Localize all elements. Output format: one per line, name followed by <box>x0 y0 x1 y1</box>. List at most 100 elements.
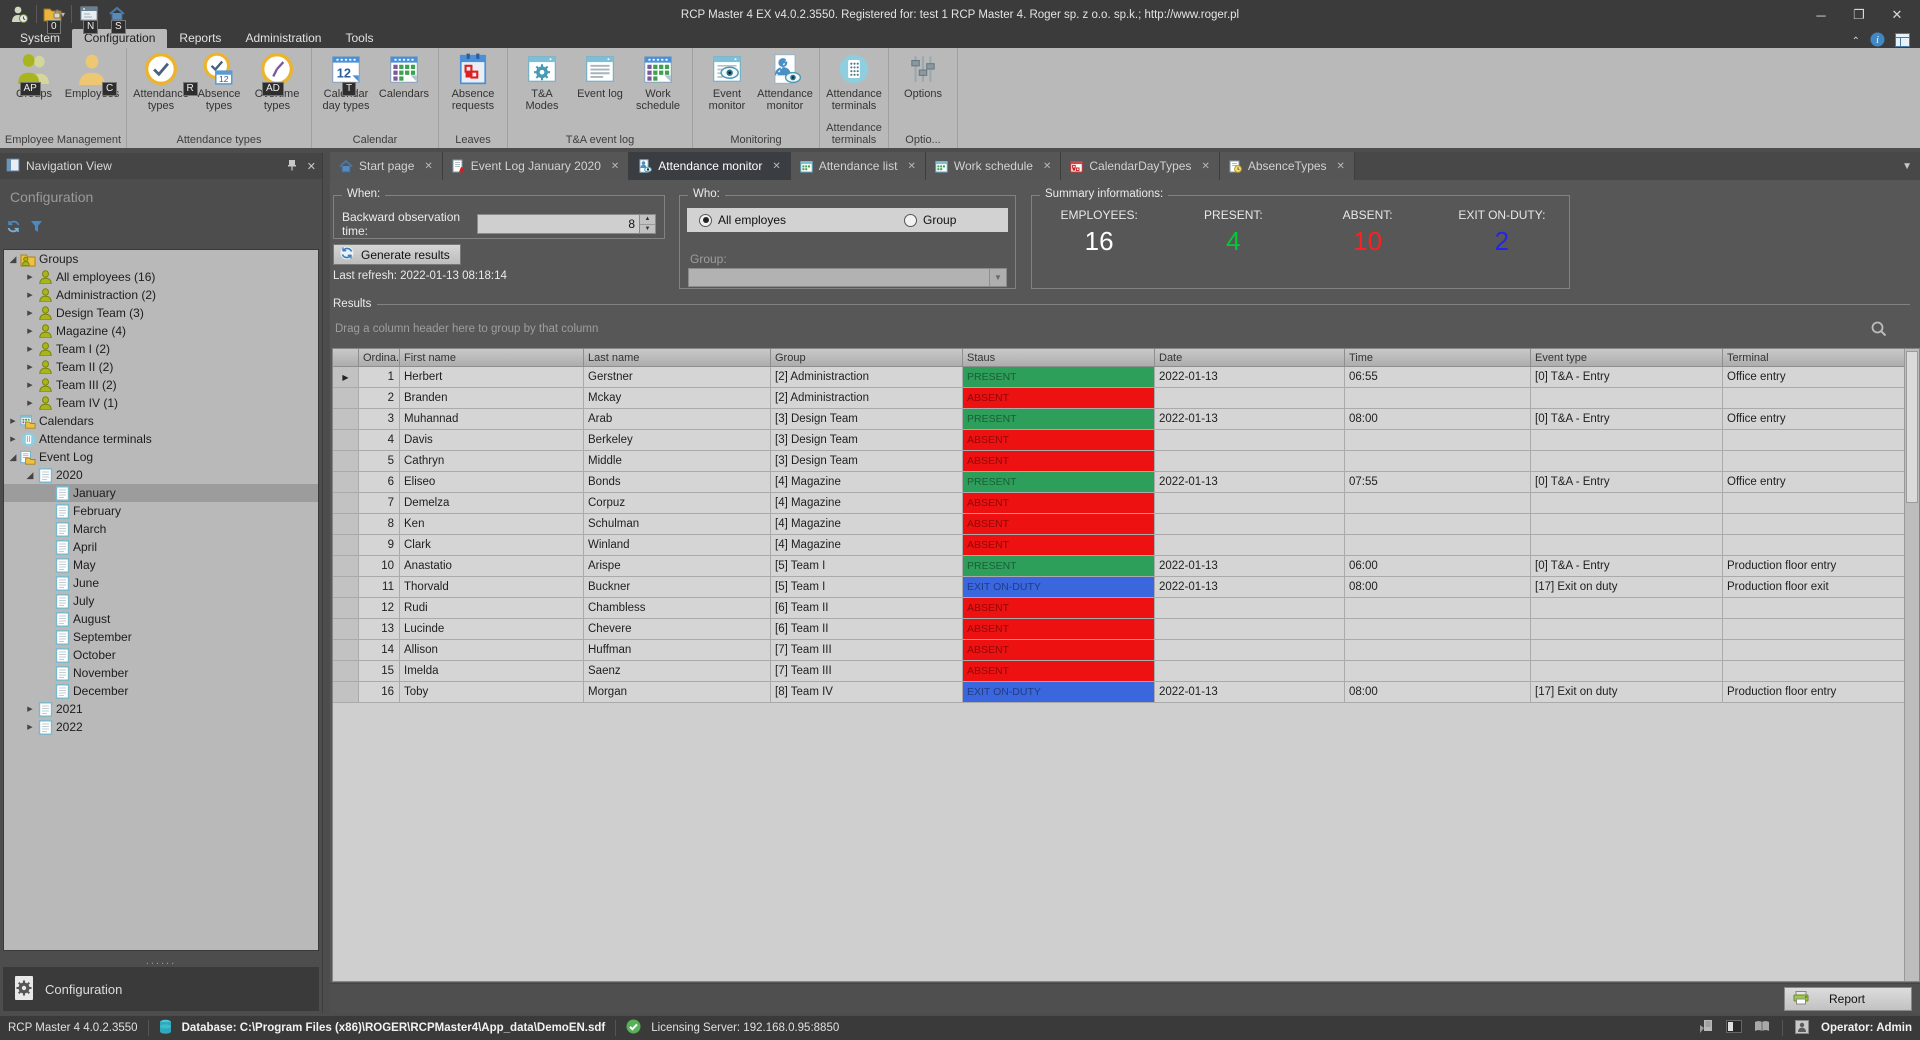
expanded-icon[interactable]: ◢ <box>8 452 18 463</box>
column-header-terminal[interactable]: Terminal <box>1723 349 1905 367</box>
tree-item-team-iv-1[interactable]: ▶Team IV (1) <box>4 394 318 412</box>
ribbon-button-attendance-terminals[interactable]: Attendance terminals <box>826 52 882 112</box>
pin-icon[interactable] <box>287 159 297 174</box>
tree-item-team-iii-2[interactable]: ▶Team III (2) <box>4 376 318 394</box>
radio-group[interactable]: Group <box>904 213 956 227</box>
table-row[interactable]: 6EliseoBonds[4] MagazinePRESENT2022-01-1… <box>333 472 1905 493</box>
tree-item-design-team-3[interactable]: ▶Design Team (3) <box>4 304 318 322</box>
scrollbar-thumb[interactable] <box>1906 351 1918 503</box>
spinner-buttons[interactable]: ▲▼ <box>640 214 656 234</box>
collapsed-icon[interactable]: ▶ <box>25 705 35 713</box>
doc-tab-attendance-monitor[interactable]: Attendance monitor✕ <box>629 152 790 180</box>
log-book-icon[interactable] <box>1754 1020 1770 1036</box>
doc-tab-start-page[interactable]: Start page✕ <box>330 152 443 180</box>
doc-tab-calendardaytypes[interactable]: CalendarDayTypes✕ <box>1061 152 1219 180</box>
table-row[interactable]: 10AnastatioArispe[5] Team IPRESENT2022-0… <box>333 556 1905 577</box>
ribbon-button-work-schedule[interactable]: Work schedule <box>630 52 686 112</box>
collapsed-icon[interactable]: ▶ <box>25 309 35 317</box>
report-button[interactable]: Report <box>1784 987 1912 1011</box>
ribbon-button-event-monitor[interactable]: Event monitor <box>699 52 755 112</box>
doc-tab-work-schedule[interactable]: Work schedule✕ <box>926 152 1062 180</box>
minimize-button[interactable]: ─ <box>1804 3 1838 27</box>
tree-item-all-employees-16[interactable]: ▶All employees (16) <box>4 268 318 286</box>
tree-item-november[interactable]: November <box>4 664 318 682</box>
about-icon[interactable]: i <box>1870 32 1885 50</box>
collapse-ribbon-icon[interactable]: ⌃ <box>1852 36 1860 47</box>
collapsed-icon[interactable]: ▶ <box>25 345 35 353</box>
column-header-date[interactable]: Date <box>1155 349 1345 367</box>
table-row[interactable]: 16TobyMorgan[8] Team IVEXIT ON-DUTY2022-… <box>333 682 1905 703</box>
close-button[interactable]: ✕ <box>1880 3 1914 27</box>
collapsed-icon[interactable]: ▶ <box>25 399 35 407</box>
table-row[interactable]: 11ThorvaldBuckner[5] Team IEXIT ON-DUTY2… <box>333 577 1905 598</box>
tree-item-team-i-2[interactable]: ▶Team I (2) <box>4 340 318 358</box>
collapsed-icon[interactable]: ▶ <box>25 273 35 281</box>
spinner-up-icon[interactable]: ▲ <box>640 215 655 225</box>
table-row[interactable]: ▶1HerbertGerstner[2] AdministractionPRES… <box>333 367 1905 388</box>
close-tab-icon[interactable]: ✕ <box>424 161 432 172</box>
ribbon-button-absence-requests[interactable]: Absence requests <box>445 52 501 112</box>
table-row[interactable]: 3MuhannadArab[3] Design TeamPRESENT2022-… <box>333 409 1905 430</box>
group-select-combo[interactable]: ▼ <box>688 268 1007 287</box>
table-row[interactable]: 2BrandenMckay[2] AdministractionABSENT <box>333 388 1905 409</box>
ribbon-button-attendance-types[interactable]: Attendance types <box>133 52 189 112</box>
doc-tab-absencetypes[interactable]: AbsenceTypes✕ <box>1220 152 1355 180</box>
new-window-icon[interactable]: N <box>78 4 100 24</box>
start-page-icon[interactable]: S <box>106 4 128 24</box>
column-header-staus[interactable]: Staus <box>963 349 1155 367</box>
tree-item-january[interactable]: January <box>4 484 318 502</box>
operator-session-icon[interactable] <box>8 4 30 24</box>
expanded-icon[interactable]: ◢ <box>25 470 35 481</box>
doc-tab-attendance-list[interactable]: Attendance list✕ <box>791 152 926 180</box>
column-header-event-type[interactable]: Event type <box>1531 349 1723 367</box>
tree-item-event-log[interactable]: ◢Event Log <box>4 448 318 466</box>
groupby-bar[interactable]: Drag a column header here to group by th… <box>330 314 1910 344</box>
collapsed-icon[interactable]: ▶ <box>25 327 35 335</box>
close-tab-icon[interactable]: ✕ <box>1043 161 1051 172</box>
collapse-all-icon[interactable] <box>29 219 44 237</box>
tree-item-team-ii-2[interactable]: ▶Team II (2) <box>4 358 318 376</box>
collapsed-icon[interactable]: ▶ <box>8 417 18 425</box>
table-row[interactable]: 15ImeldaSaenz[7] Team IIIABSENT <box>333 661 1905 682</box>
close-tab-icon[interactable]: ✕ <box>907 161 915 172</box>
close-tab-icon[interactable]: ✕ <box>1337 161 1345 172</box>
tree-item-april[interactable]: April <box>4 538 318 556</box>
tree-item-february[interactable]: February <box>4 502 318 520</box>
database-menu-icon[interactable]: ▾ 0 <box>43 4 65 24</box>
tree-item-july[interactable]: July <box>4 592 318 610</box>
table-row[interactable]: 5CathrynMiddle[3] Design TeamABSENT <box>333 451 1905 472</box>
collapsed-icon[interactable]: ▶ <box>25 363 35 371</box>
tree-item-may[interactable]: May <box>4 556 318 574</box>
tree-item-september[interactable]: September <box>4 628 318 646</box>
tree-item-attendance-terminals[interactable]: ▶Attendance terminals <box>4 430 318 448</box>
ribbon-tab-tools[interactable]: Tools <box>333 29 385 48</box>
close-panel-icon[interactable]: ✕ <box>307 160 316 173</box>
tree-item-calendars[interactable]: ▶Calendars <box>4 412 318 430</box>
table-row[interactable]: 7DemelzaCorpuz[4] MagazineABSENT <box>333 493 1905 514</box>
tree-item-2022[interactable]: ▶2022 <box>4 718 318 736</box>
row-indicator-header[interactable] <box>333 349 359 367</box>
ribbon-button-attendance-monitor[interactable]: Attendance monitor <box>757 52 813 112</box>
restore-button[interactable]: ❐ <box>1842 3 1876 27</box>
tree-item-magazine-4[interactable]: ▶Magazine (4) <box>4 322 318 340</box>
panel-toggle-icon[interactable] <box>1726 1020 1742 1036</box>
column-header-ordina[interactable]: Ordina... <box>359 349 400 367</box>
tree-item-december[interactable]: December <box>4 682 318 700</box>
ribbon-tab-system[interactable]: System <box>8 29 72 48</box>
vertical-scrollbar[interactable] <box>1904 349 1919 981</box>
collapsed-icon[interactable]: ▶ <box>25 381 35 389</box>
print-log-icon[interactable] <box>1698 1019 1714 1037</box>
ribbon-tab-administration[interactable]: Administration <box>233 29 333 48</box>
close-tab-icon[interactable]: ✕ <box>772 161 780 172</box>
tree-item-june[interactable]: June <box>4 574 318 592</box>
ribbon-tab-reports[interactable]: Reports <box>167 29 233 48</box>
refresh-tree-icon[interactable] <box>6 219 21 237</box>
table-row[interactable]: 12RudiChambless[6] Team IIABSENT <box>333 598 1905 619</box>
tree-item-march[interactable]: March <box>4 520 318 538</box>
table-row[interactable]: 14AllisonHuffman[7] Team IIIABSENT <box>333 640 1905 661</box>
table-row[interactable]: 13LucindeChevere[6] Team IIABSENT <box>333 619 1905 640</box>
close-tab-icon[interactable]: ✕ <box>1201 161 1209 172</box>
table-row[interactable]: 8KenSchulman[4] MagazineABSENT <box>333 514 1905 535</box>
ribbon-button-t-a-modes[interactable]: T&A Modes <box>514 52 570 112</box>
column-header-first-name[interactable]: First name <box>400 349 584 367</box>
